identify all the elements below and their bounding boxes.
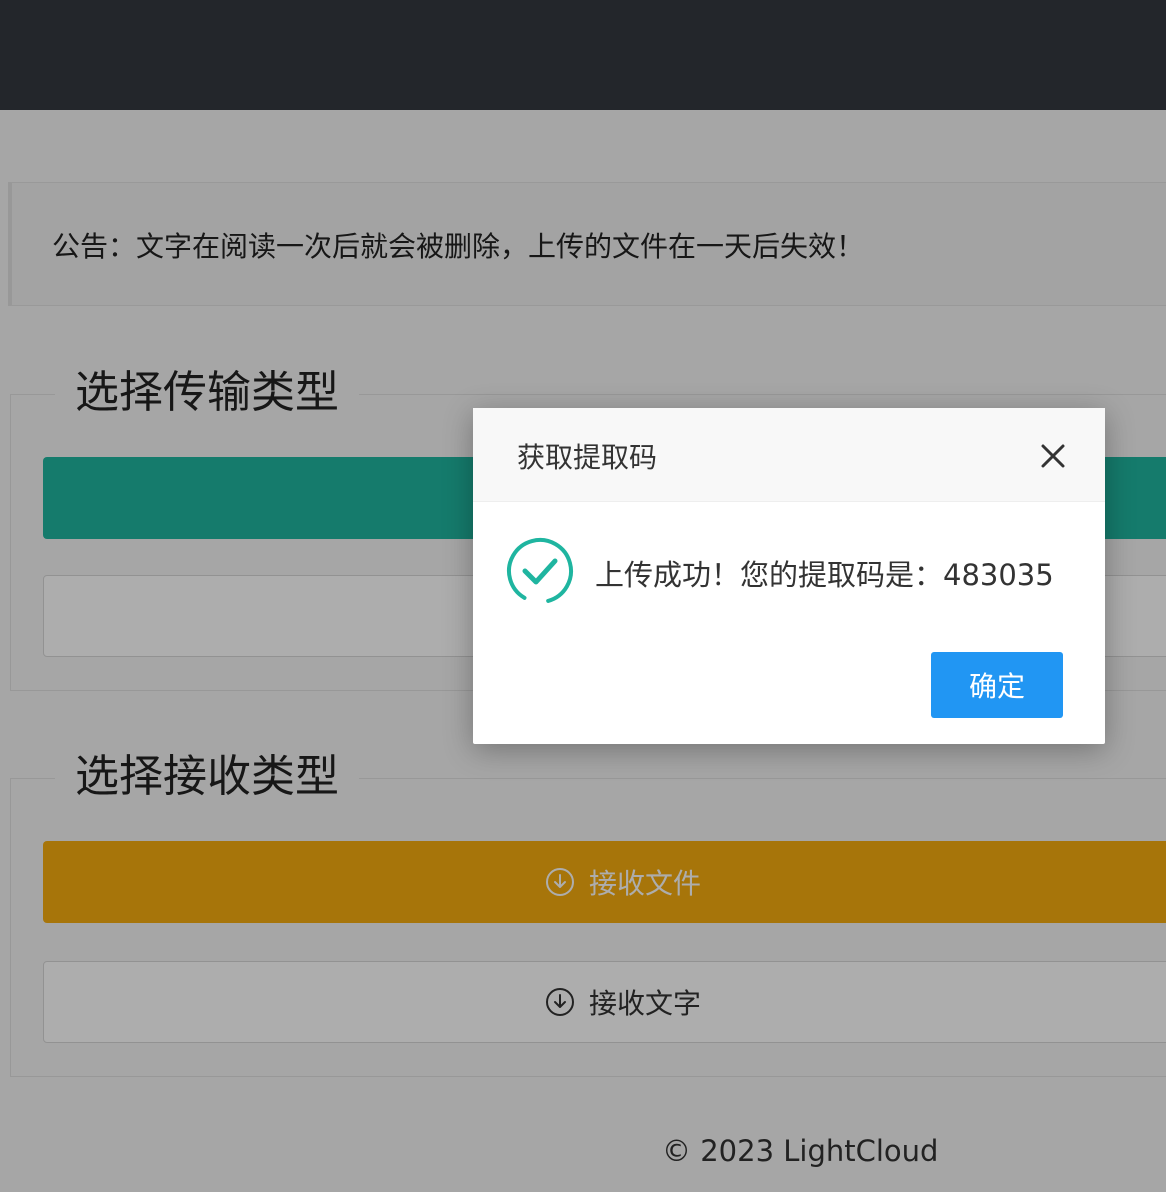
dialog-title: 获取提取码 [517, 441, 658, 474]
dialog-header: 获取提取码 [473, 408, 1105, 502]
top-navbar [0, 0, 1166, 110]
confirm-button[interactable]: 确定 [931, 652, 1063, 718]
close-icon[interactable] [1035, 438, 1071, 474]
dialog-message: 上传成功！您的提取码是：483035 [595, 558, 1054, 592]
success-check-icon [505, 536, 575, 606]
extraction-code-dialog: 获取提取码 上传成功！您的提取码是：483035 确定 [473, 408, 1105, 744]
